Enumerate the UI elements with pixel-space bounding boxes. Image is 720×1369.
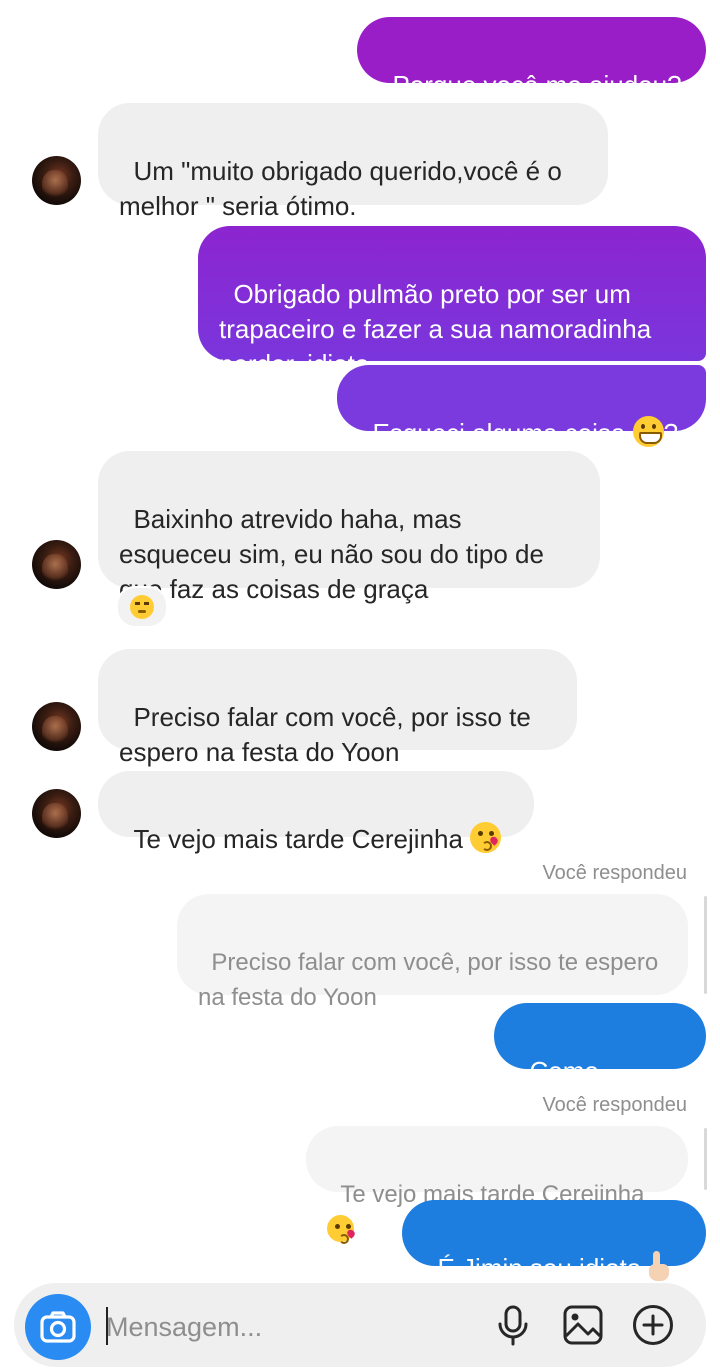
reply-thread-line	[704, 1128, 707, 1190]
message-text: É Jimin seu idiota	[437, 1253, 649, 1283]
message-text: Baixinho atrevido haha, mas esqueceu sim…	[119, 504, 544, 604]
reply-label: Você respondeu	[542, 1094, 687, 1116]
received-message-bubble[interactable]: Te vejo mais tarde Cerejinha	[98, 771, 534, 854]
quoted-reply-bubble[interactable]: Te vejo mais tarde Cerejinha	[306, 1126, 688, 1244]
message-text: Porque você me ajudou?	[392, 70, 682, 100]
middle-finger-emoji-icon	[648, 1251, 670, 1282]
message-text: Esqueci alguma coisa	[372, 418, 633, 448]
contact-avatar[interactable]	[32, 540, 81, 589]
reply-label: Você respondeu	[542, 862, 687, 884]
unamused-face-emoji-icon	[130, 595, 154, 619]
message-input[interactable]	[106, 1306, 476, 1348]
quoted-text: Preciso falar com você, por isso te espe…	[198, 949, 659, 1011]
received-message-bubble[interactable]: Baixinho atrevido haha, mas esqueceu sim…	[98, 451, 600, 604]
text-cursor	[106, 1307, 108, 1345]
sent-message-bubble[interactable]: Obrigado pulmão preto por ser um trapace…	[198, 226, 706, 379]
sent-message-bubble[interactable]: Porque você me ajudou?	[357, 17, 706, 100]
sent-message-bubble[interactable]: Como assim?	[494, 1003, 706, 1121]
reply-thread-line	[704, 896, 707, 994]
image-icon[interactable]	[561, 1303, 605, 1347]
message-reaction[interactable]	[116, 586, 168, 628]
camera-icon	[40, 1311, 76, 1343]
grinning-face-emoji-icon	[632, 416, 664, 447]
message-text-suffix: ?	[663, 418, 679, 448]
received-message-bubble[interactable]: Um "muito obrigado querido,você é o melh…	[98, 103, 608, 221]
contact-avatar[interactable]	[32, 156, 81, 205]
contact-avatar[interactable]	[32, 702, 81, 751]
kissing-heart-emoji-icon	[327, 1215, 354, 1244]
received-message-bubble[interactable]: Preciso falar com você, por isso te espe…	[98, 649, 577, 767]
kissing-heart-emoji-icon	[470, 822, 502, 853]
message-text: Um "muito obrigado querido,você é o melh…	[119, 156, 562, 221]
message-text: Te vejo mais tarde Cerejinha	[133, 824, 471, 854]
microphone-icon[interactable]	[491, 1303, 535, 1347]
message-text: Preciso falar com você, por isso te espe…	[119, 702, 531, 767]
contact-avatar[interactable]	[32, 789, 81, 838]
sent-message-bubble[interactable]: É Jimin seu idiota	[402, 1200, 706, 1283]
sent-message-bubble[interactable]: Esqueci alguma coisa ?	[337, 365, 706, 448]
quoted-reply-bubble[interactable]: Preciso falar com você, por isso te espe…	[177, 894, 688, 1011]
message-text: Obrigado pulmão preto por ser um trapace…	[219, 279, 652, 379]
plus-circle-icon[interactable]	[631, 1303, 675, 1347]
camera-button[interactable]	[25, 1294, 91, 1360]
